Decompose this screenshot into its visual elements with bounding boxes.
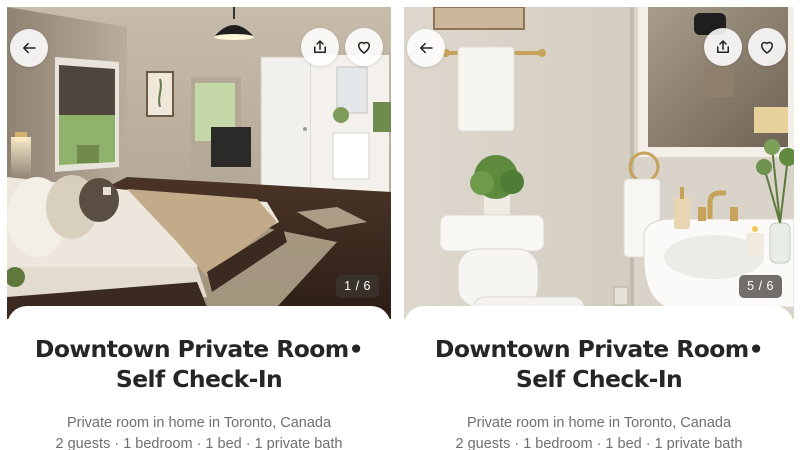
share-button[interactable] (704, 28, 742, 66)
heart-icon (358, 41, 370, 54)
save-to-wishlist-button[interactable] (748, 28, 786, 66)
share-icon (314, 40, 326, 53)
listing-subtitle: Private room in home in Toronto, Canada (66, 415, 332, 431)
listing-title: Downtown Private Room• Self Check-In (7, 334, 391, 394)
share-icon (717, 40, 729, 53)
photo-counter: 5 / 6 (739, 275, 782, 298)
listing-card-1: 1 / 6 Downtown Private Room• Self Check-… (7, 0, 391, 450)
save-to-wishlist-button[interactable] (345, 28, 383, 66)
listing-title-line-2: Self Check-In (515, 365, 683, 393)
listing-card-2: 5 / 6 Downtown Private Room• Self Check-… (404, 0, 794, 450)
listing-photo-bedroom[interactable]: 1 / 6 (7, 7, 391, 319)
arrow-left-icon (420, 42, 433, 54)
listing-subtitle: Private room in home in Toronto, Canada (466, 415, 732, 431)
back-button[interactable] (10, 29, 48, 67)
arrow-left-icon (23, 42, 36, 54)
listing-title-line-1: Downtown Private Room• (34, 335, 364, 363)
listing-title-line-2: Self Check-In (115, 365, 283, 393)
listing-title: Downtown Private Room• Self Check-In (404, 334, 794, 394)
listing-details: 2 guests · 1 bedroom · 1 bed · 1 private… (55, 436, 343, 450)
back-button[interactable] (407, 29, 445, 67)
heart-icon (761, 41, 773, 54)
share-button[interactable] (301, 28, 339, 66)
listing-photo-bathroom[interactable]: 5 / 6 (404, 7, 794, 319)
photo-counter: 1 / 6 (336, 275, 379, 298)
listing-info-card: Downtown Private Room• Self Check-In Pri… (404, 306, 794, 450)
listing-title-line-1: Downtown Private Room• (434, 335, 764, 363)
listing-details: 2 guests · 1 bedroom · 1 bed · 1 private… (455, 436, 743, 450)
listing-info-card: Downtown Private Room• Self Check-In Pri… (7, 306, 391, 450)
